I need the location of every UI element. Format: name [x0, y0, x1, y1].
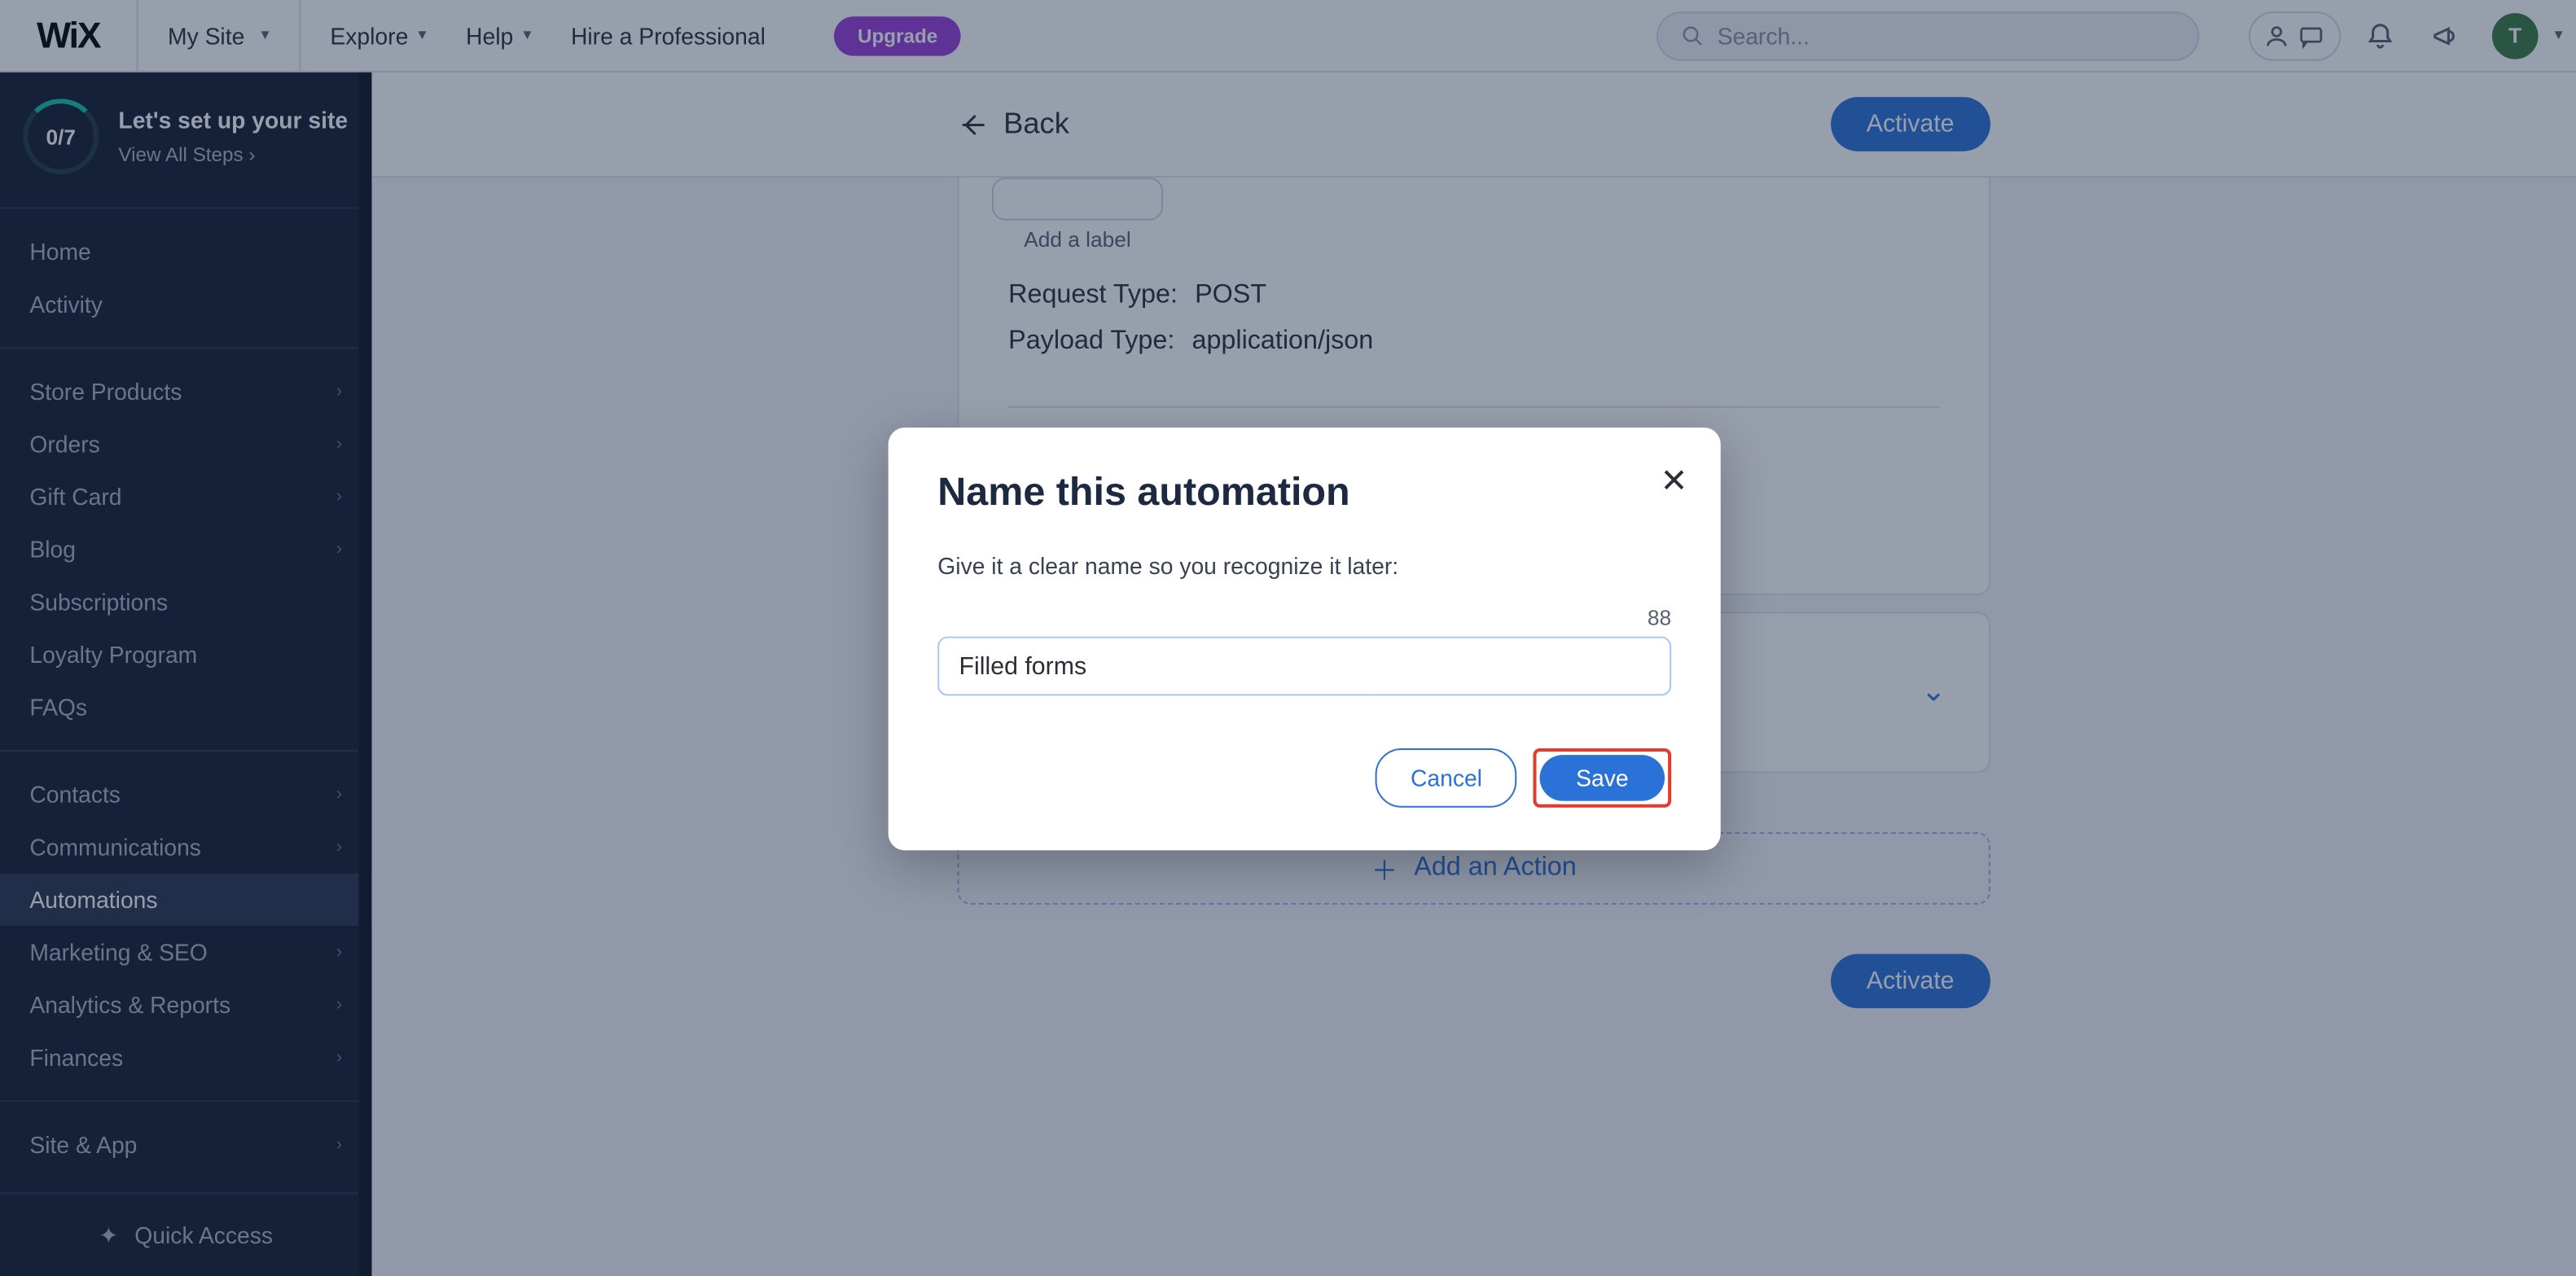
save-button[interactable]: Save	[1540, 755, 1665, 801]
modal-subtitle: Give it a clear name so you recognize it…	[937, 553, 1671, 579]
close-icon[interactable]: ✕	[1660, 461, 1687, 502]
automation-name-input[interactable]	[937, 637, 1671, 696]
cancel-button[interactable]: Cancel	[1376, 748, 1517, 808]
modal-title: Name this automation	[937, 471, 1671, 517]
char-counter: 88	[937, 605, 1671, 629]
name-automation-modal: ✕ Name this automation Give it a clear n…	[889, 428, 1721, 850]
save-highlight: Save	[1534, 748, 1672, 808]
